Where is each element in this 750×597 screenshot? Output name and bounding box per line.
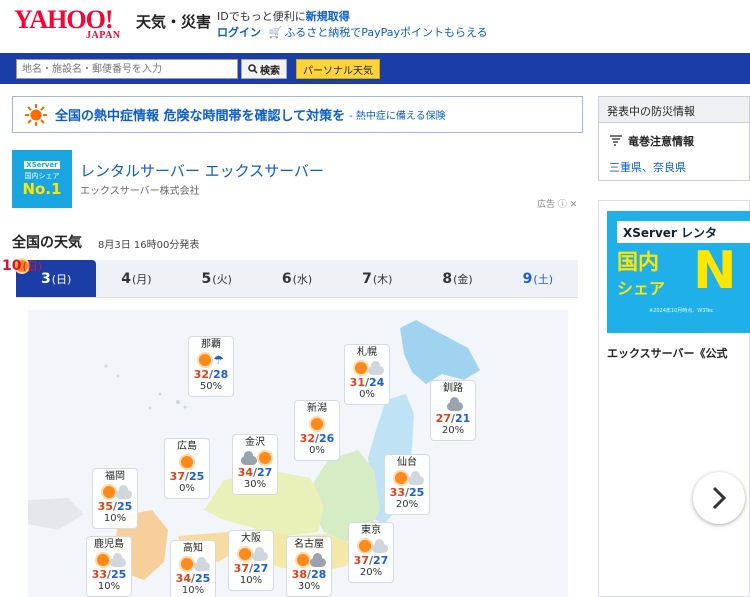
ad-label[interactable]: 広告 ⓘ ✕ [537, 197, 577, 210]
tab-day-9[interactable]: 9 (土) [498, 260, 578, 297]
tab-day-5[interactable]: 5 (火) [177, 260, 257, 297]
search-input[interactable] [16, 59, 238, 79]
cart-icon: 🛒 [268, 26, 283, 39]
section-title: 全国の天気 [12, 235, 82, 251]
search-icon [248, 64, 258, 74]
personal-weather-button[interactable]: パーソナル天気 [296, 59, 380, 79]
city-card-fukuoka[interactable]: 福岡 35/25 10% [92, 468, 138, 529]
tornado-icon [610, 135, 622, 146]
insurance-link[interactable]: - 熱中症に備える保険 [349, 107, 446, 122]
date-tabs: 3 (日) 4 (月) 5 (火) 6 (水) 7 (木) 8 (金) 9 (土) 10 (日) [2, 258, 578, 298]
ad-title-link[interactable]: レンタルサーバー エックスサーバー [80, 160, 324, 181]
ad-logo[interactable]: XServer 国内シェア No.1 [12, 150, 72, 208]
sidebar-ad-image[interactable]: XServer レンタ 国内 シェア N ※2024年10月時点、W3Tec [607, 211, 750, 333]
sun-icon [25, 103, 47, 126]
city-card-naha[interactable]: 那覇 ☂ 32/28 50% [188, 336, 234, 397]
forecast-issued-time: 8月3日 16時00分発表 [98, 240, 200, 251]
tab-day-4[interactable]: 4 (月) [96, 260, 176, 297]
sidebar-ad-share: シェア [617, 279, 666, 298]
city-card-tokyo[interactable]: 東京 37/27 20% [348, 522, 394, 583]
city-card-osaka[interactable]: 大阪 37/27 10% [228, 530, 274, 591]
tornado-warning[interactable]: 竜巻注意情報 [609, 133, 694, 149]
city-card-hiroshima[interactable]: 広島 37/25 0% [164, 438, 210, 499]
logo-text: YAHOO! [14, 5, 113, 34]
search-button-label: 検索 [260, 65, 280, 77]
tab-day-6[interactable]: 6 (水) [257, 260, 337, 297]
id-prompt: IDでもっと便利に [217, 10, 306, 23]
city-card-kushiro[interactable]: 釧路 27/21 20% [430, 380, 476, 441]
cloud-sun-icon [237, 450, 273, 466]
sidebar-ad-title[interactable]: エックスサーバー《公式 [607, 345, 728, 361]
cloud-icon [435, 396, 471, 412]
city-card-niigata[interactable]: 新潟 32/26 0% [294, 400, 340, 461]
search-button[interactable]: 検索 [241, 59, 287, 79]
heatstroke-title: 全国の熱中症情報 危険な時間帯を確認して対策を [55, 109, 346, 124]
tab-day-8[interactable]: 8 (金) [417, 260, 497, 297]
logo-sub: JAPAN [86, 30, 121, 41]
sidebar-ad-no: N [693, 241, 737, 301]
account-info: IDでもっと便利に新規取得 ログイン 🛒 ふるさと納税でPayPayポイントもらえ… [217, 9, 488, 40]
sidebar-ad-kokunai: 国内 [617, 250, 659, 274]
tab-day-10[interactable]: 10 (日) [2, 258, 42, 274]
disaster-info-panel: 発表中の防災情報 竜巻注意情報 三重県、奈良県 [598, 96, 750, 181]
heatstroke-banner[interactable]: 全国の熱中症情報 危険な時間帯を確認して対策を - 熱中症に備える保険 [12, 96, 583, 133]
city-card-kochi[interactable]: 高知 34/25 10% [170, 540, 216, 597]
city-card-sapporo[interactable]: 札幌 31/24 0% [344, 344, 390, 405]
city-card-nagoya[interactable]: 名古屋 38/28 30% [286, 536, 332, 597]
sun-cloud-icon [389, 470, 425, 486]
disaster-info-title: 発表中の防災情報 [599, 97, 749, 123]
city-card-kanazawa[interactable]: 金沢 34/27 30% [232, 434, 278, 495]
ad-logo-no1: No.1 [22, 180, 62, 198]
header: YAHOO! JAPAN 天気・災害 IDでもっと便利に新規取得 ログイン 🛒 ふ… [0, 0, 750, 52]
tab-day-7[interactable]: 7 (木) [337, 260, 417, 297]
sun-cloud-icon [233, 546, 269, 562]
sun-cloud-icon [97, 484, 133, 500]
carousel-next-button[interactable] [693, 472, 745, 524]
sidebar-ad-brand: XServer レンタ [617, 221, 750, 243]
city-card-kagoshima[interactable]: 鹿児島 33/25 10% [86, 536, 132, 597]
ad-logo-brand: XServer [24, 161, 60, 169]
signup-link[interactable]: 新規取得 [306, 10, 350, 23]
service-name[interactable]: 天気・災害 [136, 11, 211, 32]
sidebar-ad-note: ※2024年10月時点、W3Tec [649, 308, 714, 314]
ad-company: エックスサーバー株式会社 [80, 186, 200, 197]
sun-cloud-icon [353, 538, 389, 554]
sidebar-ad[interactable]: XServer レンタ 国内 シェア N ※2024年10月時点、W3Tec エ… [598, 200, 750, 597]
sun-cloud-icon [349, 360, 385, 376]
login-link[interactable]: ログイン [217, 26, 261, 39]
search-bar: 検索 パーソナル天気 [0, 53, 750, 84]
city-card-sendai[interactable]: 仙台 33/25 20% [384, 454, 430, 515]
sun-icon [299, 416, 335, 432]
sun-icon [169, 454, 205, 470]
chevron-right-icon [712, 486, 727, 510]
sun-cloud-icon [91, 552, 127, 568]
warning-regions-link[interactable]: 三重県、奈良県 [609, 159, 686, 175]
sun-rain-icon: ☂ [193, 352, 229, 368]
sun-cloud-icon [291, 552, 327, 568]
yahoo-logo[interactable]: YAHOO! JAPAN [14, 5, 120, 42]
sun-cloud-icon [175, 556, 211, 572]
furusato-link[interactable]: ふるさと納税でPayPayポイントもらえる [284, 26, 487, 39]
